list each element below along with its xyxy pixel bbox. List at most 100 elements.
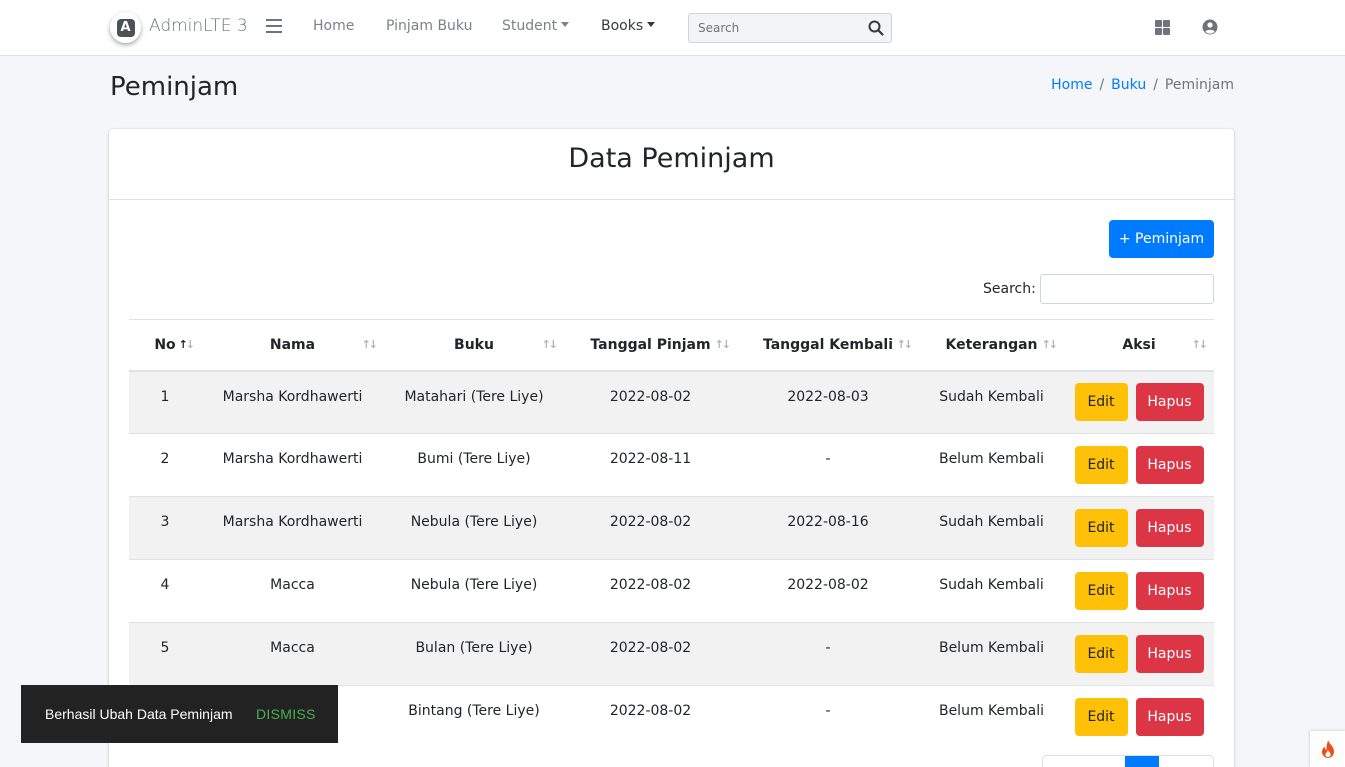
navbar-search <box>688 13 892 43</box>
cell-nama: Marsha Kordhawerti <box>201 433 384 497</box>
table-row: 1 Marsha Kordhawerti Matahari (Tere Liye… <box>129 370 1214 434</box>
cell-aksi: Edit Hapus <box>1064 433 1214 497</box>
brand-logo[interactable]: A <box>110 12 141 43</box>
header-nama[interactable]: Nama ↑↓ <box>201 319 384 372</box>
cell-tanggal-pinjam: 2022-08-11 <box>564 433 737 497</box>
sort-icon: ↑↓ <box>896 338 914 351</box>
cell-keterangan: Belum Kembali <box>919 685 1064 749</box>
edit-button[interactable]: Edit <box>1074 635 1128 673</box>
table-search-label: Search: <box>983 281 1036 297</box>
edit-button[interactable]: Edit <box>1074 509 1128 547</box>
sort-icon: ↑↓ <box>541 338 559 351</box>
header-tanggal-pinjam[interactable]: Tanggal Pinjam ↑↓ <box>564 319 737 372</box>
nav-books-label: Books <box>601 18 644 34</box>
cell-no: 2 <box>129 433 201 497</box>
header-keterangan[interactable]: Keterangan ↑↓ <box>919 319 1064 372</box>
cell-buku: Bumi (Tere Liye) <box>384 433 564 497</box>
breadcrumb-buku[interactable]: Buku <box>1111 77 1146 93</box>
hapus-button[interactable]: Hapus <box>1135 698 1204 737</box>
cell-no: 1 <box>129 370 201 434</box>
flame-icon[interactable] <box>1310 731 1345 767</box>
sort-icon: ↑↓ <box>714 338 732 351</box>
cell-no: 3 <box>129 496 201 560</box>
nav-pinjam-buku[interactable]: Pinjam Buku <box>386 18 472 34</box>
cell-tanggal-pinjam: 2022-08-02 <box>564 622 737 686</box>
menu-icon[interactable] <box>266 19 282 35</box>
edit-button[interactable]: Edit <box>1074 383 1128 422</box>
hapus-button[interactable]: Hapus <box>1135 509 1204 547</box>
brand-logo-letter: A <box>116 18 135 37</box>
cell-keterangan: Sudah Kembali <box>919 496 1064 560</box>
pagination <box>1042 755 1214 767</box>
table-search-input[interactable] <box>1040 274 1214 304</box>
header-tanggal-kembali[interactable]: Tanggal Kembali ↑↓ <box>737 319 919 372</box>
edit-button[interactable]: Edit <box>1074 572 1128 610</box>
cell-tanggal-kembali: - <box>737 685 919 749</box>
breadcrumb-current: Peminjam <box>1164 77 1234 93</box>
header-aksi-label: Aksi <box>1122 336 1156 353</box>
edit-button[interactable]: Edit <box>1074 446 1128 484</box>
navbar-search-input[interactable] <box>689 14 859 42</box>
cell-keterangan: Belum Kembali <box>919 622 1064 686</box>
table-row: 2 Marsha Kordhawerti Bumi (Tere Liye) 20… <box>129 433 1214 497</box>
hapus-button[interactable]: Hapus <box>1135 635 1204 673</box>
nav-student-label: Student <box>502 18 558 34</box>
edit-button[interactable]: Edit <box>1074 698 1128 737</box>
hapus-button[interactable]: Hapus <box>1135 572 1204 610</box>
header-nama-label: Nama <box>269 336 316 353</box>
nav-student-dropdown[interactable]: Student <box>502 18 570 34</box>
breadcrumb: Home / Buku / Peminjam <box>1051 77 1234 93</box>
sort-icon: ↑↓ <box>178 338 196 351</box>
toast-dismiss-button[interactable]: DISMISS <box>256 706 316 722</box>
cell-buku: Bintang (Tere Liye) <box>384 685 564 749</box>
cell-tanggal-kembali: - <box>737 433 919 497</box>
pagination-active-page[interactable] <box>1125 756 1159 767</box>
nav-books-dropdown[interactable]: Books <box>601 18 656 34</box>
cell-keterangan: Sudah Kembali <box>919 370 1064 434</box>
cell-buku: Matahari (Tere Liye) <box>384 370 564 434</box>
card-title: Data Peminjam <box>109 129 1234 200</box>
cell-tanggal-pinjam: 2022-08-02 <box>564 370 737 434</box>
nav-home[interactable]: Home <box>313 18 354 34</box>
cell-aksi: Edit Hapus <box>1064 496 1214 560</box>
hapus-button[interactable]: Hapus <box>1135 383 1204 422</box>
cell-tanggal-kembali: 2022-08-03 <box>737 370 919 434</box>
header-tanggal-pinjam-label: Tanggal Pinjam <box>590 336 711 353</box>
cell-nama: Macca <box>201 559 384 623</box>
table-row: 5 Macca Bulan (Tere Liye) 2022-08-02 - B… <box>129 622 1214 686</box>
cell-no: 4 <box>129 559 201 623</box>
cell-aksi: Edit Hapus <box>1064 559 1214 623</box>
cell-buku: Nebula (Tere Liye) <box>384 559 564 623</box>
sort-icon: ↑↓ <box>1041 338 1059 351</box>
cell-nama: Marsha Kordhawerti <box>201 370 384 434</box>
table-row: 4 Macca Nebula (Tere Liye) 2022-08-02 20… <box>129 559 1214 623</box>
caret-down-icon <box>561 22 570 27</box>
header-no[interactable]: No ↑↓ <box>129 319 201 372</box>
cell-tanggal-kembali: - <box>737 622 919 686</box>
apps-grid-icon[interactable] <box>1155 20 1170 35</box>
top-navbar: A AdminLTE 3 Home Pinjam Buku Student Bo… <box>0 0 1345 56</box>
cell-tanggal-pinjam: 2022-08-02 <box>564 685 737 749</box>
snackbar-toast: Berhasil Ubah Data Peminjam DISMISS <box>21 685 338 743</box>
breadcrumb-home[interactable]: Home <box>1051 77 1092 93</box>
page-title: Peminjam <box>110 72 239 102</box>
header-buku[interactable]: Buku ↑↓ <box>384 319 564 372</box>
table-row: 3 Marsha Kordhawerti Nebula (Tere Liye) … <box>129 496 1214 560</box>
search-icon[interactable] <box>867 19 885 37</box>
caret-down-icon <box>647 22 656 27</box>
hapus-button[interactable]: Hapus <box>1135 446 1204 484</box>
header-tanggal-kembali-label: Tanggal Kembali <box>762 336 894 353</box>
add-peminjam-button[interactable]: + Peminjam <box>1109 220 1214 258</box>
cell-tanggal-pinjam: 2022-08-02 <box>564 496 737 560</box>
cell-buku: Bulan (Tere Liye) <box>384 622 564 686</box>
brand-name[interactable]: AdminLTE 3 <box>149 16 248 36</box>
cell-keterangan: Sudah Kembali <box>919 559 1064 623</box>
user-circle-icon[interactable] <box>1202 19 1218 35</box>
cell-buku: Nebula (Tere Liye) <box>384 496 564 560</box>
cell-nama: Marsha Kordhawerti <box>201 496 384 560</box>
toast-message: Berhasil Ubah Data Peminjam <box>45 706 233 722</box>
cell-aksi: Edit Hapus <box>1064 622 1214 686</box>
cell-keterangan: Belum Kembali <box>919 433 1064 497</box>
header-aksi[interactable]: Aksi ↑↓ <box>1064 319 1214 372</box>
flame-icon-graphic <box>1321 740 1334 758</box>
